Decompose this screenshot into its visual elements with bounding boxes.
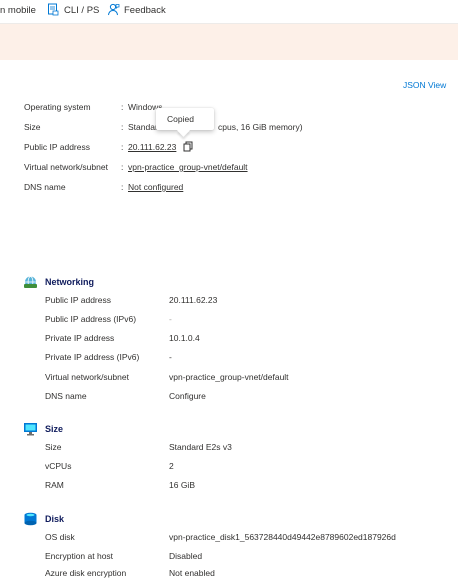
cli-ps-label: CLI / PS — [64, 5, 100, 16]
copy-icon[interactable] — [183, 141, 193, 152]
net-public-ipv6-value: - — [169, 314, 172, 324]
size-title: Size — [45, 424, 64, 434]
feedback-label: Feedback — [124, 5, 166, 16]
networking-icon — [24, 276, 37, 288]
open-in-mobile-label: n mobile — [0, 5, 36, 16]
size-vcpus-value: 2 — [169, 461, 174, 471]
dns-colon: : — [121, 182, 124, 192]
open-in-mobile-button[interactable]: n mobile — [0, 5, 36, 16]
networking-title: Networking — [45, 277, 95, 287]
net-public-ipv6-label: Public IP address (IPv6) — [45, 314, 137, 324]
net-private-ip-value: 10.1.0.4 — [169, 333, 200, 343]
net-dns-label: DNS name — [45, 391, 87, 401]
disk-os-label: OS disk — [45, 532, 75, 542]
size-ram-value: 16 GiB — [169, 480, 195, 490]
net-vnet-label: Virtual network/subnet — [45, 372, 129, 382]
net-public-ip-label: Public IP address — [45, 295, 111, 305]
dns-link[interactable]: Not configured — [128, 182, 183, 192]
disk-azure-encryption-value: Not enabled — [169, 568, 215, 578]
disk-encryption-host-label: Encryption at host — [45, 551, 114, 561]
net-public-ip-link[interactable]: 20.111.62.23 — [169, 295, 217, 305]
public-ip-colon: : — [121, 142, 124, 152]
net-private-ipv6-value: - — [169, 352, 172, 362]
public-ip-label: Public IP address — [24, 142, 90, 152]
tooltip-text: Copied — [167, 114, 194, 124]
net-private-ip-label: Private IP address — [45, 333, 115, 343]
disk-title: Disk — [45, 514, 65, 524]
size-colon: : — [121, 122, 124, 132]
size-monitor-icon — [24, 423, 37, 436]
os-label: Operating system — [24, 102, 91, 112]
vnet-link[interactable]: vpn-practice_group-vnet/default — [128, 162, 248, 172]
vnet-label: Virtual network/subnet — [24, 162, 108, 172]
script-icon — [48, 3, 59, 16]
size-value-right: cpus, 16 GiB memory) — [218, 122, 303, 132]
json-view-link[interactable]: JSON View — [403, 80, 446, 90]
net-vnet-link[interactable]: vpn-practice_group-vnet/default — [169, 372, 289, 382]
size-label: Size — [24, 122, 41, 132]
public-ip-link[interactable]: 20.111.62.23 — [128, 142, 176, 152]
os-colon: : — [121, 102, 124, 112]
command-bar: n mobile CLI / PS Feedback — [0, 0, 458, 24]
size-size-value: Standard E2s v3 — [169, 442, 232, 452]
vnet-colon: : — [121, 162, 124, 172]
size-vcpus-label: vCPUs — [45, 461, 72, 471]
net-dns-configure-link[interactable]: Configure — [169, 391, 206, 401]
feedback-person-icon — [108, 3, 120, 16]
disk-os-value: vpn-practice_disk1_563728440d49442e87896… — [169, 532, 396, 542]
notification-banner — [0, 24, 458, 60]
size-size-label: Size — [45, 442, 62, 452]
dns-label: DNS name — [24, 182, 66, 192]
size-value-left: Standar — [128, 122, 158, 132]
tooltip-beak — [177, 124, 190, 137]
disk-azure-encryption-label: Azure disk encryption — [45, 568, 127, 578]
size-ram-label: RAM — [45, 480, 64, 490]
copied-tooltip: Copied — [156, 108, 214, 137]
disk-icon — [24, 512, 37, 526]
net-private-ipv6-label: Private IP address (IPv6) — [45, 352, 140, 362]
disk-encryption-host-value: Disabled — [169, 551, 203, 561]
